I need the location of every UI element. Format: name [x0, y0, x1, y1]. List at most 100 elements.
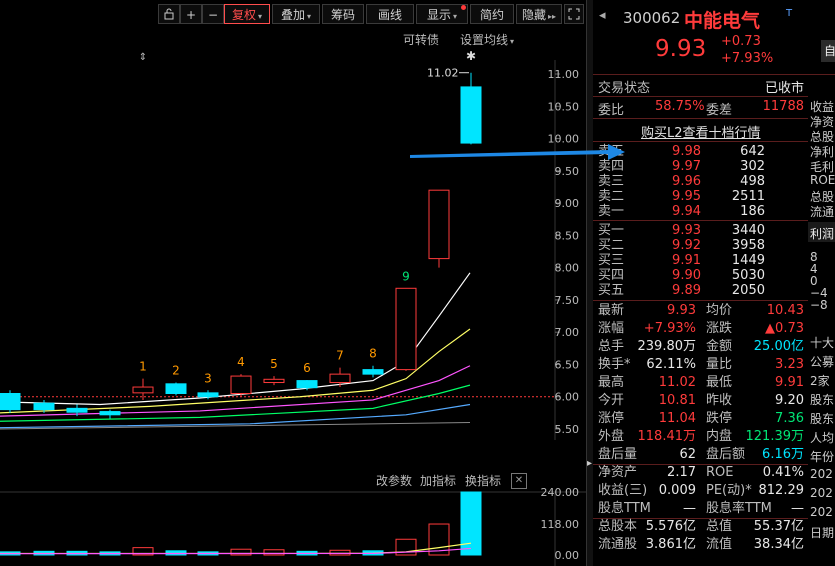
- stat-label: 最新: [598, 303, 625, 318]
- switch-indicator-link[interactable]: 换指标: [465, 472, 501, 489]
- stat-label: 量比: [706, 357, 733, 372]
- strip-label: 人均: [810, 431, 835, 445]
- volume-tick-label: 118.00: [541, 518, 580, 531]
- current-price: 9.93: [655, 36, 707, 62]
- candle: [165, 382, 187, 396]
- candlestick-chart[interactable]: 11.02 ✱ ⇕ 1 2 3 4 5 6 7 8 9 11.00 10.50 10.00 9.50 9.0…: [0, 0, 590, 566]
- stat-label: 换手*: [598, 357, 631, 372]
- stat-value: ▲0.73: [765, 321, 804, 336]
- level-volume: 186: [740, 204, 765, 219]
- stat-label: 涨幅: [598, 321, 625, 336]
- candle-count-label: 1: [139, 360, 147, 374]
- candle: [99, 409, 121, 419]
- stat-label: 跌停: [706, 411, 733, 426]
- stat-label: 昨收: [706, 393, 733, 408]
- price-tick-label: 9.00: [555, 197, 580, 210]
- stat-label: 均价: [706, 303, 733, 318]
- candle: [460, 72, 482, 145]
- price-tick-label: 10.50: [548, 100, 580, 113]
- stat-row: 最高 11.02 最低 9.91: [593, 374, 808, 392]
- candle-body: [296, 380, 318, 389]
- stat-label: 总手: [598, 339, 625, 354]
- buy-l2-link[interactable]: 购买L2查看十档行情: [641, 122, 761, 141]
- high-annotation: 11.02: [427, 67, 459, 80]
- candle-body: [33, 402, 55, 411]
- price-change-pct: +7.93%: [721, 51, 774, 66]
- stat-label: 盘后量: [598, 447, 638, 462]
- add-indicator-link[interactable]: 加指标: [420, 472, 456, 489]
- volume-bar: [230, 548, 252, 556]
- candle-body: [428, 189, 450, 260]
- candle-body: [99, 411, 121, 416]
- candle-body: [460, 86, 482, 144]
- price-axis: 11.00 10.50 10.00 9.50 9.00 8.50 8.00 7.50 7.00 6…: [548, 68, 580, 436]
- candle-count-label: 8: [369, 347, 377, 361]
- strip-label: 日期: [810, 526, 835, 540]
- profit-tab[interactable]: 利润: [808, 222, 835, 242]
- stat-label: 最低: [706, 375, 733, 390]
- auto-button[interactable]: 自: [821, 40, 835, 62]
- level-label: 卖一: [598, 204, 625, 219]
- candle: [230, 374, 252, 397]
- stat-value: 25.00亿: [753, 339, 804, 354]
- stat-value: 0.009: [658, 483, 696, 498]
- candle-count-label: 5: [270, 357, 278, 371]
- stat-row: 换手* 62.11% 量比 3.23: [593, 356, 808, 374]
- strip-label: 公募: [810, 355, 835, 369]
- stat-value: 812.29: [758, 483, 805, 498]
- strip-label: −8: [810, 298, 828, 312]
- volume-axis: 240.00 118.00 0.00: [541, 486, 580, 562]
- stat-value: —: [683, 501, 696, 516]
- stat-value: 55.37亿: [753, 519, 804, 534]
- strip-label: 年份: [810, 450, 835, 464]
- price-tick-label: 9.50: [555, 165, 580, 178]
- stat-row: 总股本 5.576亿 总值 55.37亿: [593, 518, 808, 536]
- level-price: 9.94: [672, 204, 701, 219]
- stat-value: 9.91: [775, 375, 804, 390]
- close-indicator-icon[interactable]: ✕: [511, 473, 527, 489]
- prev-stock-icon[interactable]: ◂: [599, 8, 606, 23]
- quote-panel: ◂ 300062 中能电气 T 9.93 +0.73 +7.93% 交易状态 已…: [593, 0, 808, 566]
- stat-value: 3.861亿: [645, 537, 696, 552]
- trade-status-label: 交易状态: [598, 81, 651, 96]
- f10-strip: 自 收益 净资 总股 净利 毛利 ROE 总股 流通 利润 8 4 0 −4 −8 十大 公募 2家 股东股…: [808, 0, 835, 566]
- weicha-label: 委差: [706, 103, 733, 118]
- weibi-value: 58.75%: [655, 99, 705, 114]
- stat-value: 5.576亿: [645, 519, 696, 534]
- trade-status-value: 已收市: [764, 81, 804, 96]
- stat-label: 外盘: [598, 429, 625, 444]
- stat-value: 38.34亿: [753, 537, 804, 552]
- strip-label: 十大: [810, 336, 835, 350]
- stat-label: 净资产: [598, 465, 638, 480]
- stat-row: 涨停 11.04 跌停 7.36: [593, 410, 808, 428]
- stock-name: 中能电气: [684, 10, 761, 32]
- order-book-row[interactable]: 卖一 9.94 186: [593, 203, 808, 221]
- collapse-panel-icon[interactable]: ▸: [587, 458, 592, 469]
- stat-label: 流通股: [598, 537, 638, 552]
- volume-bars: [0, 491, 590, 566]
- candle-count-label: 2: [172, 364, 180, 378]
- stat-value: 10.43: [766, 303, 804, 318]
- strip-label: 202: [810, 486, 833, 500]
- stat-label: 涨跌: [706, 321, 733, 336]
- stat-value: 121.39万: [745, 429, 805, 444]
- volume-bar: [329, 549, 351, 556]
- stat-row: 最新 9.93 均价 10.43: [593, 302, 808, 320]
- order-book-row[interactable]: 买五 9.89 2050: [593, 282, 808, 300]
- stat-label: 总值: [706, 519, 733, 534]
- strip-label: 2家: [810, 374, 830, 388]
- stat-label: 流值: [706, 537, 733, 552]
- stat-value: 11.02: [658, 375, 696, 390]
- stat-row: 总手 239.80万 金额 25.00亿: [593, 338, 808, 356]
- stat-label: ROE: [706, 465, 734, 480]
- stat-row: 盘后量 62 盘后额 6.16万: [593, 446, 808, 464]
- strip-label: 202: [810, 467, 833, 481]
- candle-body: [362, 369, 384, 375]
- change-params-link[interactable]: 改参数: [376, 472, 412, 489]
- strip-label: ROE: [810, 173, 835, 187]
- candle-body: [263, 378, 285, 384]
- strip-label: 股东: [810, 412, 835, 426]
- volume-tick-label: 0.00: [555, 549, 580, 562]
- weibi-label: 委比: [598, 103, 625, 118]
- stat-label: 金额: [706, 339, 733, 354]
